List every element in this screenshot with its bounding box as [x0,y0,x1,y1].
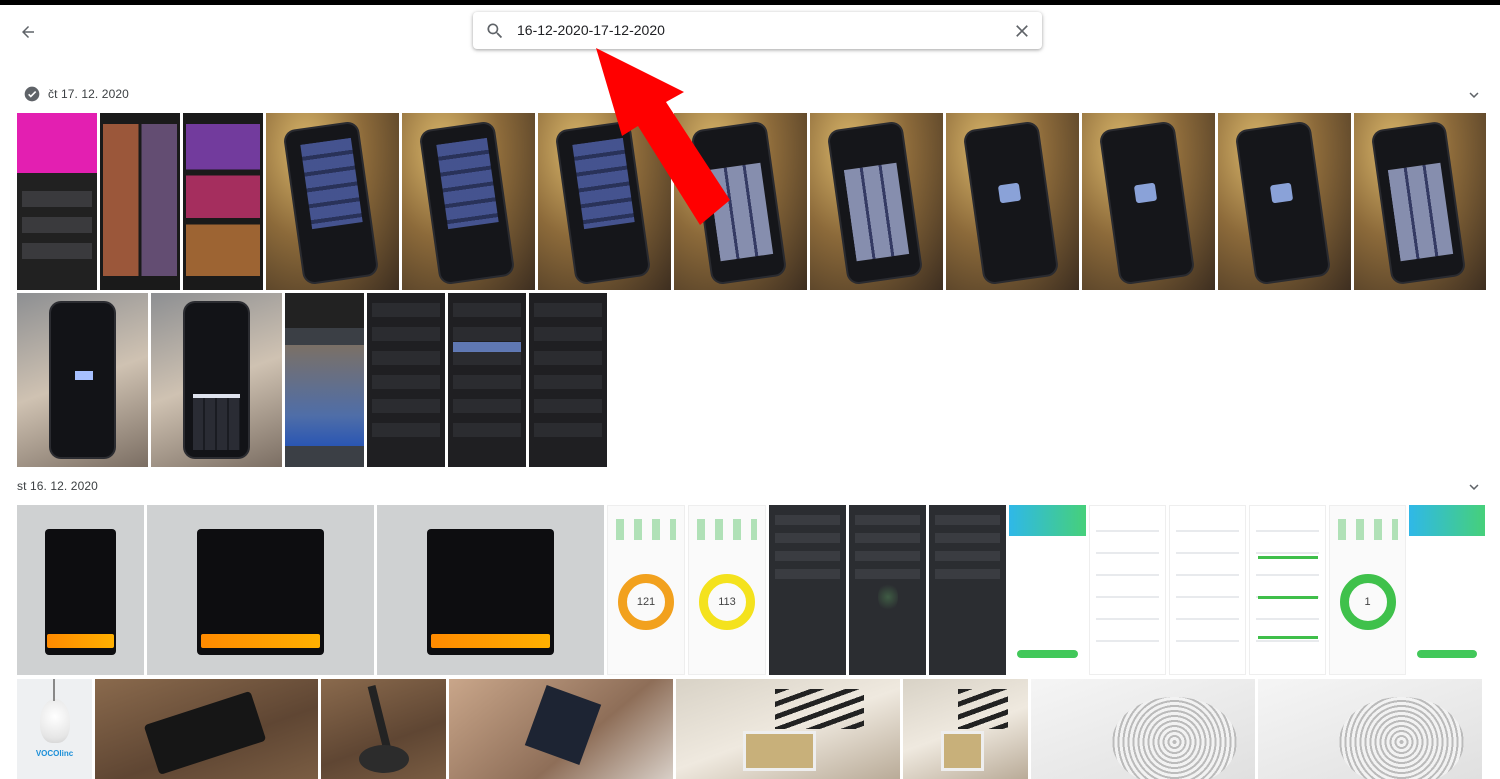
brand-logo: VOCOlinc [35,749,74,758]
photo-thumbnail[interactable] [1249,505,1326,675]
photo-thumbnail[interactable] [147,505,374,675]
photo-thumbnail[interactable] [183,113,263,290]
photo-thumbnail[interactable] [321,679,446,779]
photo-thumbnail[interactable] [810,113,943,290]
photo-thumbnail[interactable] [95,679,318,779]
photo-thumbnail[interactable] [676,679,900,779]
photo-thumbnail[interactable] [674,113,807,290]
photo-row [17,113,1486,290]
photo-row: VOCOlinc [17,679,1482,779]
photo-thumbnail[interactable] [367,293,445,467]
search-icon [487,23,503,39]
photo-thumbnail[interactable] [1031,679,1255,779]
photo-thumbnail[interactable] [946,113,1079,290]
photo-thumbnail[interactable] [151,293,282,467]
photo-thumbnail[interactable] [266,113,399,290]
photo-thumbnail[interactable]: 121 [607,505,685,675]
photo-thumbnail[interactable] [1218,113,1351,290]
photo-thumbnail[interactable] [402,113,535,290]
photo-thumbnail[interactable] [903,679,1028,779]
chevron-down-icon[interactable] [1465,478,1483,496]
group-date-label: čt 17. 12. 2020 [48,87,129,101]
photo-thumbnail[interactable] [377,505,604,675]
arrow-back-icon [22,26,34,38]
photo-row: 121 113 1 [17,505,1485,675]
close-icon[interactable] [1012,21,1032,41]
photo-thumbnail[interactable] [285,293,364,467]
photo-thumbnail[interactable] [1169,505,1246,675]
aqi-value: 113 [718,595,736,608]
top-border [0,0,1500,5]
chevron-down-icon[interactable] [1465,86,1483,104]
photo-thumbnail[interactable] [529,293,607,467]
aqi-value: 1 [1364,595,1371,608]
photo-thumbnail[interactable] [100,113,180,290]
photo-thumbnail[interactable] [448,293,526,467]
photo-thumbnail[interactable] [769,505,846,675]
photo-thumbnail[interactable] [849,505,926,675]
group-date-label: st 16. 12. 2020 [17,479,98,493]
photo-thumbnail[interactable]: VOCOlinc [17,679,92,779]
search-input[interactable] [517,18,997,42]
photo-thumbnail[interactable] [929,505,1006,675]
photo-thumbnail[interactable] [1258,679,1482,779]
photo-thumbnail[interactable] [1009,505,1086,675]
back-button[interactable] [14,18,42,46]
photo-thumbnail[interactable] [1089,505,1166,675]
photo-thumbnail[interactable] [1082,113,1215,290]
aqi-value: 121 [636,595,656,608]
photo-thumbnail[interactable] [17,113,97,290]
photo-thumbnail[interactable]: 1 [1329,505,1406,675]
photo-thumbnail[interactable]: 113 [688,505,766,675]
photo-row [17,293,607,467]
photo-thumbnail[interactable] [449,679,673,779]
search-bar[interactable] [473,12,1042,49]
photo-thumbnail[interactable] [1354,113,1486,290]
photo-thumbnail[interactable] [1409,505,1485,675]
photo-thumbnail[interactable] [17,293,148,467]
check-circle-icon[interactable] [24,86,40,102]
photo-thumbnail[interactable] [538,113,671,290]
photo-thumbnail[interactable] [17,505,144,675]
